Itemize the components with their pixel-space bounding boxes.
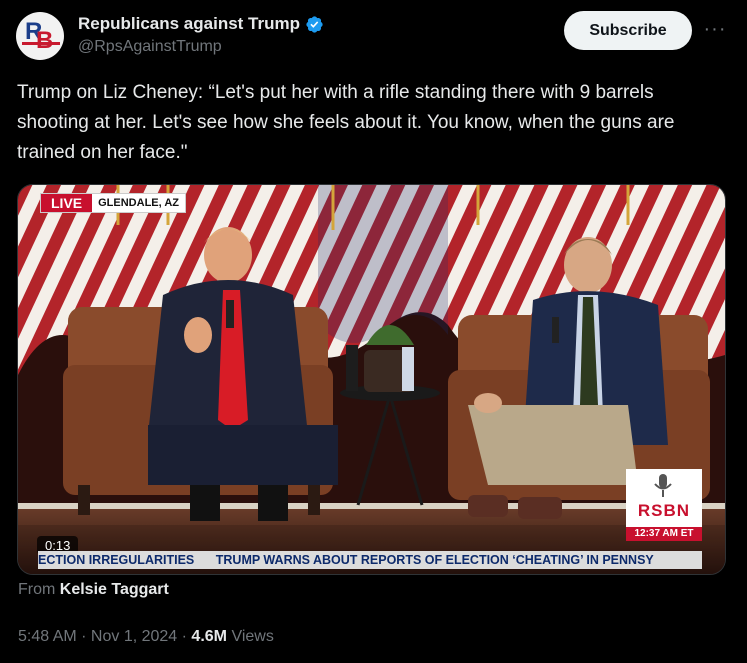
source-name[interactable]: Kelsie Taggart bbox=[60, 581, 169, 598]
author-display-name-row[interactable]: Republicans against Trump bbox=[78, 14, 324, 34]
author-names: Republicans against Trump @RpsAgainstTru… bbox=[78, 14, 324, 56]
tweet-time[interactable]: 5:48 AM bbox=[18, 628, 77, 645]
network-name: RSBN bbox=[637, 501, 691, 520]
author-handle[interactable]: @RpsAgainstTrump bbox=[78, 38, 324, 56]
source-prefix: From bbox=[18, 581, 56, 598]
network-time: 12:37 AM ET bbox=[626, 527, 702, 541]
more-options-icon[interactable]: ··· bbox=[702, 15, 728, 45]
subscribe-button[interactable]: Subscribe bbox=[564, 11, 692, 50]
location-label: GLENDALE, AZ bbox=[98, 197, 179, 209]
verified-badge-icon bbox=[306, 15, 323, 33]
media-source: From Kelsie Taggart bbox=[18, 581, 169, 599]
views-count: 4.6M bbox=[191, 628, 227, 645]
tweet-meta: 5:48 AM · Nov 1, 2024 · 4.6M Views bbox=[18, 628, 274, 646]
meta-separator: · bbox=[76, 628, 91, 645]
network-logo: RSBN 12:37 AM ET bbox=[626, 469, 702, 541]
tweet-date[interactable]: Nov 1, 2024 bbox=[91, 628, 177, 645]
tweet-text: Trump on Liz Cheney: “Let's put her with… bbox=[17, 82, 675, 163]
tweet-header: R B Republicans against Trump @RpsAgains… bbox=[16, 10, 731, 62]
live-banner: LIVE GLENDALE, AZ bbox=[40, 193, 186, 213]
avatar-letter-b: B bbox=[36, 27, 54, 54]
video-player[interactable]: LIVE GLENDALE, AZ RSBN 12:37 AM ET 0:13 … bbox=[17, 184, 726, 575]
avatar-stripe bbox=[22, 42, 60, 45]
author-display-name[interactable]: Republicans against Trump bbox=[78, 14, 300, 34]
views-label: Views bbox=[231, 628, 274, 645]
author-avatar[interactable]: R B bbox=[16, 12, 64, 60]
news-ticker: ECTION IRREGULARITIES TRUMP WARNS ABOUT … bbox=[38, 551, 702, 569]
video-frame bbox=[18, 185, 725, 574]
ticker-right: TRUMP WARNS ABOUT REPORTS OF ELECTION ‘C… bbox=[215, 553, 654, 567]
ticker-left: ECTION IRREGULARITIES bbox=[38, 553, 195, 567]
microphone-icon bbox=[654, 474, 672, 497]
meta-separator-2: · bbox=[177, 628, 192, 645]
live-label: LIVE bbox=[41, 194, 93, 212]
